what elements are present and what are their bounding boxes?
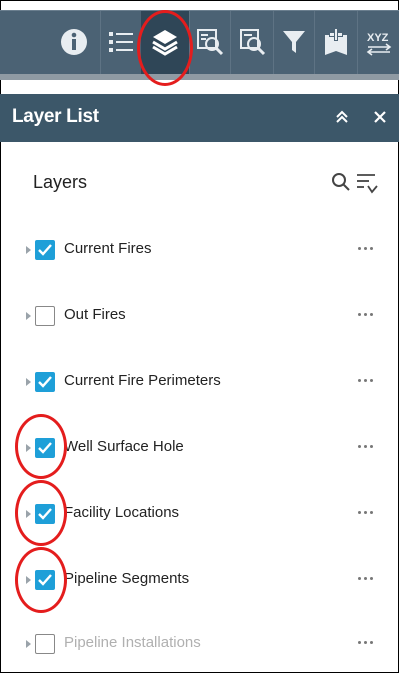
more-options-icon[interactable]: [358, 511, 374, 517]
toolbar-top-border: [0, 10, 399, 11]
layer-row[interactable]: Current Fire Perimeters: [0, 364, 399, 404]
heading-tools: [331, 170, 381, 196]
layer-label: Well Surface Hole: [64, 438, 184, 455]
widget-toolbar: XYZ: [0, 10, 399, 74]
layer-row[interactable]: Pipeline Installations: [0, 626, 399, 666]
svg-text:XYZ: XYZ: [367, 32, 389, 44]
xyz-coordinate-icon[interactable]: XYZ: [358, 10, 399, 74]
more-options-icon[interactable]: [358, 313, 374, 319]
expand-caret-icon[interactable]: [26, 640, 31, 648]
layer-row[interactable]: Out Fires: [0, 298, 399, 338]
layer-label: Current Fire Perimeters: [64, 372, 221, 389]
layer-label: Facility Locations: [64, 504, 180, 521]
query-icon[interactable]: [190, 10, 230, 74]
highlight-circle-well-surface-hole: [15, 414, 67, 479]
panel-title: Layer List: [12, 106, 99, 127]
layer-label: Out Fires: [64, 306, 126, 323]
layer-visibility-checkbox[interactable]: [35, 372, 55, 392]
filter-icon[interactable]: [274, 10, 314, 74]
layers-heading: Layers: [33, 172, 88, 192]
layer-visibility-checkbox[interactable]: [35, 634, 55, 654]
query-result-icon[interactable]: [231, 10, 273, 74]
layer-visibility-checkbox[interactable]: [35, 306, 55, 326]
expand-caret-icon[interactable]: [26, 246, 31, 254]
info-icon[interactable]: [48, 10, 100, 74]
collapse-icon[interactable]: [331, 106, 353, 128]
sort-menu-icon[interactable]: [355, 171, 379, 195]
toolbar-bottom-border: [0, 74, 399, 80]
panel-header: Layer List: [0, 94, 399, 142]
more-options-icon[interactable]: [358, 379, 374, 385]
add-data-icon[interactable]: [315, 10, 357, 74]
close-icon[interactable]: [369, 106, 391, 128]
expand-caret-icon[interactable]: [26, 378, 31, 386]
highlight-circle-pipeline-segments: [15, 547, 67, 613]
highlight-circle-layers-button: [137, 10, 193, 86]
layer-visibility-checkbox[interactable]: [35, 240, 55, 260]
layer-row[interactable]: Current Fires: [0, 232, 399, 272]
more-options-icon[interactable]: [358, 247, 374, 253]
layer-label: Current Fires: [64, 240, 152, 257]
expand-caret-icon[interactable]: [26, 312, 31, 320]
more-options-icon[interactable]: [358, 577, 374, 583]
layer-label: Pipeline Installations: [64, 634, 201, 651]
more-options-icon[interactable]: [358, 641, 374, 647]
layer-label: Pipeline Segments: [64, 570, 190, 587]
legend-icon[interactable]: [101, 10, 141, 74]
more-options-icon[interactable]: [358, 445, 374, 451]
highlight-circle-facility-locations: [15, 480, 67, 546]
search-icon[interactable]: [331, 172, 351, 192]
